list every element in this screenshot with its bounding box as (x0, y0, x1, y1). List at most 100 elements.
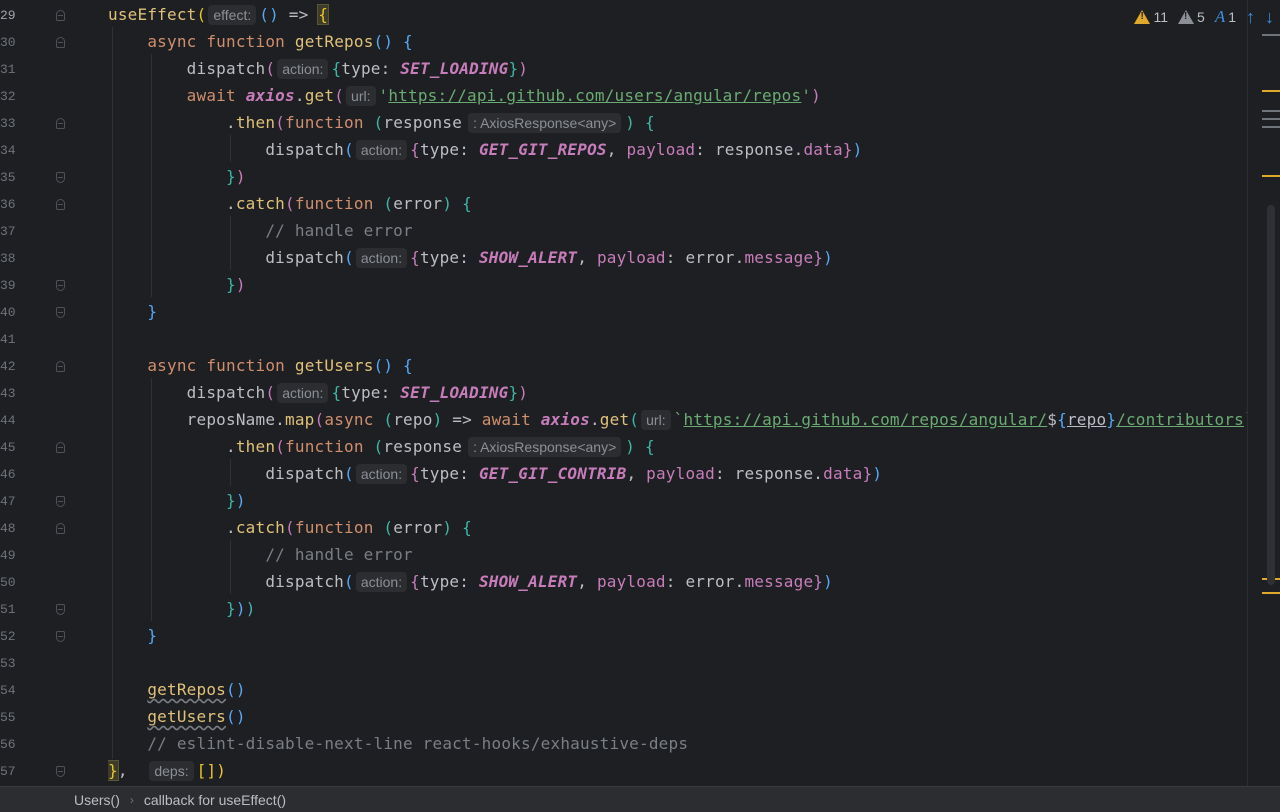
code-line: async function getRepos() { (147, 32, 413, 51)
code-line: } (147, 302, 158, 321)
line-number: 49 (0, 548, 16, 563)
breadcrumb-bar: Users() › callback for useEffect() (0, 786, 1280, 812)
line-number: 34 (0, 143, 16, 158)
code-line: }) (226, 491, 246, 510)
fold-marker-icon[interactable] (56, 523, 65, 534)
fold-marker-icon[interactable] (56, 199, 65, 210)
code-line: async function getUsers() { (147, 356, 413, 375)
code-line: useEffect(effect:() => { (108, 4, 330, 25)
line-number: 35 (0, 170, 16, 185)
param-hint: action: (355, 248, 408, 268)
param-hint: effect: (208, 5, 257, 25)
code-editor[interactable]: 29 30 31 32 33 34 35 36 37 38 39 40 41 4… (0, 0, 1280, 786)
line-number: 29 (0, 8, 16, 23)
code-line: })) (226, 599, 256, 618)
code-line: .then(function (response: AxiosResponse<… (226, 113, 655, 133)
vertical-scrollbar-thumb[interactable] (1267, 205, 1275, 585)
param-hint: action: (355, 140, 408, 160)
param-hint: action: (277, 59, 329, 79)
code-line: // handle error (265, 221, 413, 240)
typos-indicator[interactable]: A 1 (1215, 7, 1236, 27)
code-line: .catch(function (error) { (226, 518, 472, 537)
line-number: 42 (0, 359, 16, 374)
error-stripe-mark[interactable] (1262, 126, 1280, 128)
type-hint: : AxiosResponse<any> (468, 437, 622, 457)
line-number: 43 (0, 386, 16, 401)
param-hint: deps: (149, 761, 194, 781)
code-line: dispatch(action: {type: SHOW_ALERT, paylo… (265, 248, 833, 268)
error-stripe-mark[interactable] (1262, 90, 1280, 92)
line-number: 46 (0, 467, 16, 482)
line-number: 37 (0, 224, 16, 239)
error-stripe-mark[interactable] (1262, 34, 1280, 36)
fold-marker-icon[interactable] (56, 172, 65, 183)
line-number: 55 (0, 710, 16, 725)
line-number: 31 (0, 62, 16, 77)
fold-marker-icon[interactable] (56, 442, 65, 453)
fold-marker-icon[interactable] (56, 631, 65, 642)
line-number: 45 (0, 440, 16, 455)
warning-icon (1134, 10, 1151, 24)
code-line: }) (226, 167, 246, 186)
gutter: 29 30 31 32 33 34 35 36 37 38 39 40 41 4… (0, 0, 100, 786)
code-line: dispatch(action: {type: GET_GIT_REPOS, pa… (265, 140, 863, 160)
code-line: getUsers() (147, 707, 246, 726)
chevron-right-icon: › (129, 792, 134, 807)
line-number: 51 (0, 602, 16, 617)
link-repos-url[interactable]: https://api.github.com/users/angular/rep… (388, 86, 801, 105)
fold-marker-icon[interactable] (56, 766, 65, 777)
code-line: await axios.get(url:'https://api.github.… (186, 86, 822, 106)
code-line: }, deps:[]) (108, 760, 227, 781)
code-line: } (147, 626, 158, 645)
code-line: // eslint-disable-next-line react-hooks/… (147, 734, 689, 753)
next-highlight-arrow-down-icon[interactable]: ↓ (1265, 8, 1274, 26)
line-number: 39 (0, 278, 16, 293)
warnings-indicator[interactable]: 11 (1134, 9, 1168, 25)
line-number: 50 (0, 575, 16, 590)
right-margin-line (1247, 0, 1248, 786)
breadcrumb-callback[interactable]: callback for useEffect() (144, 792, 286, 808)
fold-marker-icon[interactable] (56, 307, 65, 318)
error-stripe-mark[interactable] (1262, 110, 1280, 112)
line-number: 57 (0, 764, 16, 779)
error-stripe-mark[interactable] (1262, 118, 1280, 120)
fold-marker-icon[interactable] (56, 280, 65, 291)
code-line: // handle error (265, 545, 413, 564)
line-number: 47 (0, 494, 16, 509)
breadcrumb-users[interactable]: Users() (74, 792, 120, 808)
line-number: 40 (0, 305, 16, 320)
fold-marker-icon[interactable] (56, 10, 65, 21)
line-number: 41 (0, 332, 16, 347)
code-line: .then(function (response: AxiosResponse<… (226, 437, 655, 457)
line-number: 48 (0, 521, 16, 536)
weak-warning-icon (1178, 10, 1195, 24)
param-hint: url: (346, 86, 376, 106)
fold-marker-icon[interactable] (56, 361, 65, 372)
code-line: dispatch(action: {type: GET_GIT_CONTRIB, … (265, 464, 883, 484)
typo-icon: A (1214, 7, 1226, 26)
param-hint: action: (277, 383, 329, 403)
param-hint: url: (641, 410, 671, 430)
code-line: reposName.map(async (repo) => await axio… (186, 410, 1248, 430)
code-line: dispatch(action: {type: SET_LOADING}) (186, 59, 529, 79)
error-stripe-mark[interactable] (1262, 175, 1280, 177)
code-line: dispatch(action: {type: SHOW_ALERT, paylo… (265, 572, 833, 592)
line-number: 32 (0, 89, 16, 104)
fold-marker-icon[interactable] (56, 37, 65, 48)
line-number: 38 (0, 251, 16, 266)
code-line: .catch(function (error) { (226, 194, 472, 213)
code-area[interactable]: useEffect(effect:() => { async function … (108, 0, 1248, 786)
fold-marker-icon[interactable] (56, 118, 65, 129)
line-number: 44 (0, 413, 16, 428)
matched-brace: } (108, 760, 119, 781)
matched-brace: { (317, 4, 330, 25)
line-number: 30 (0, 35, 16, 50)
error-stripe-mark[interactable] (1262, 592, 1280, 594)
link-contrib-url[interactable]: https://api.github.com/repos/angular/ (683, 410, 1047, 429)
type-hint: : AxiosResponse<any> (468, 113, 622, 133)
line-number: 54 (0, 683, 16, 698)
inspection-widget[interactable]: 11 5 A 1 ↑ ↓ (1126, 4, 1274, 30)
fold-marker-icon[interactable] (56, 496, 65, 507)
weak-warnings-indicator[interactable]: 5 (1178, 9, 1205, 25)
fold-marker-icon[interactable] (56, 604, 65, 615)
